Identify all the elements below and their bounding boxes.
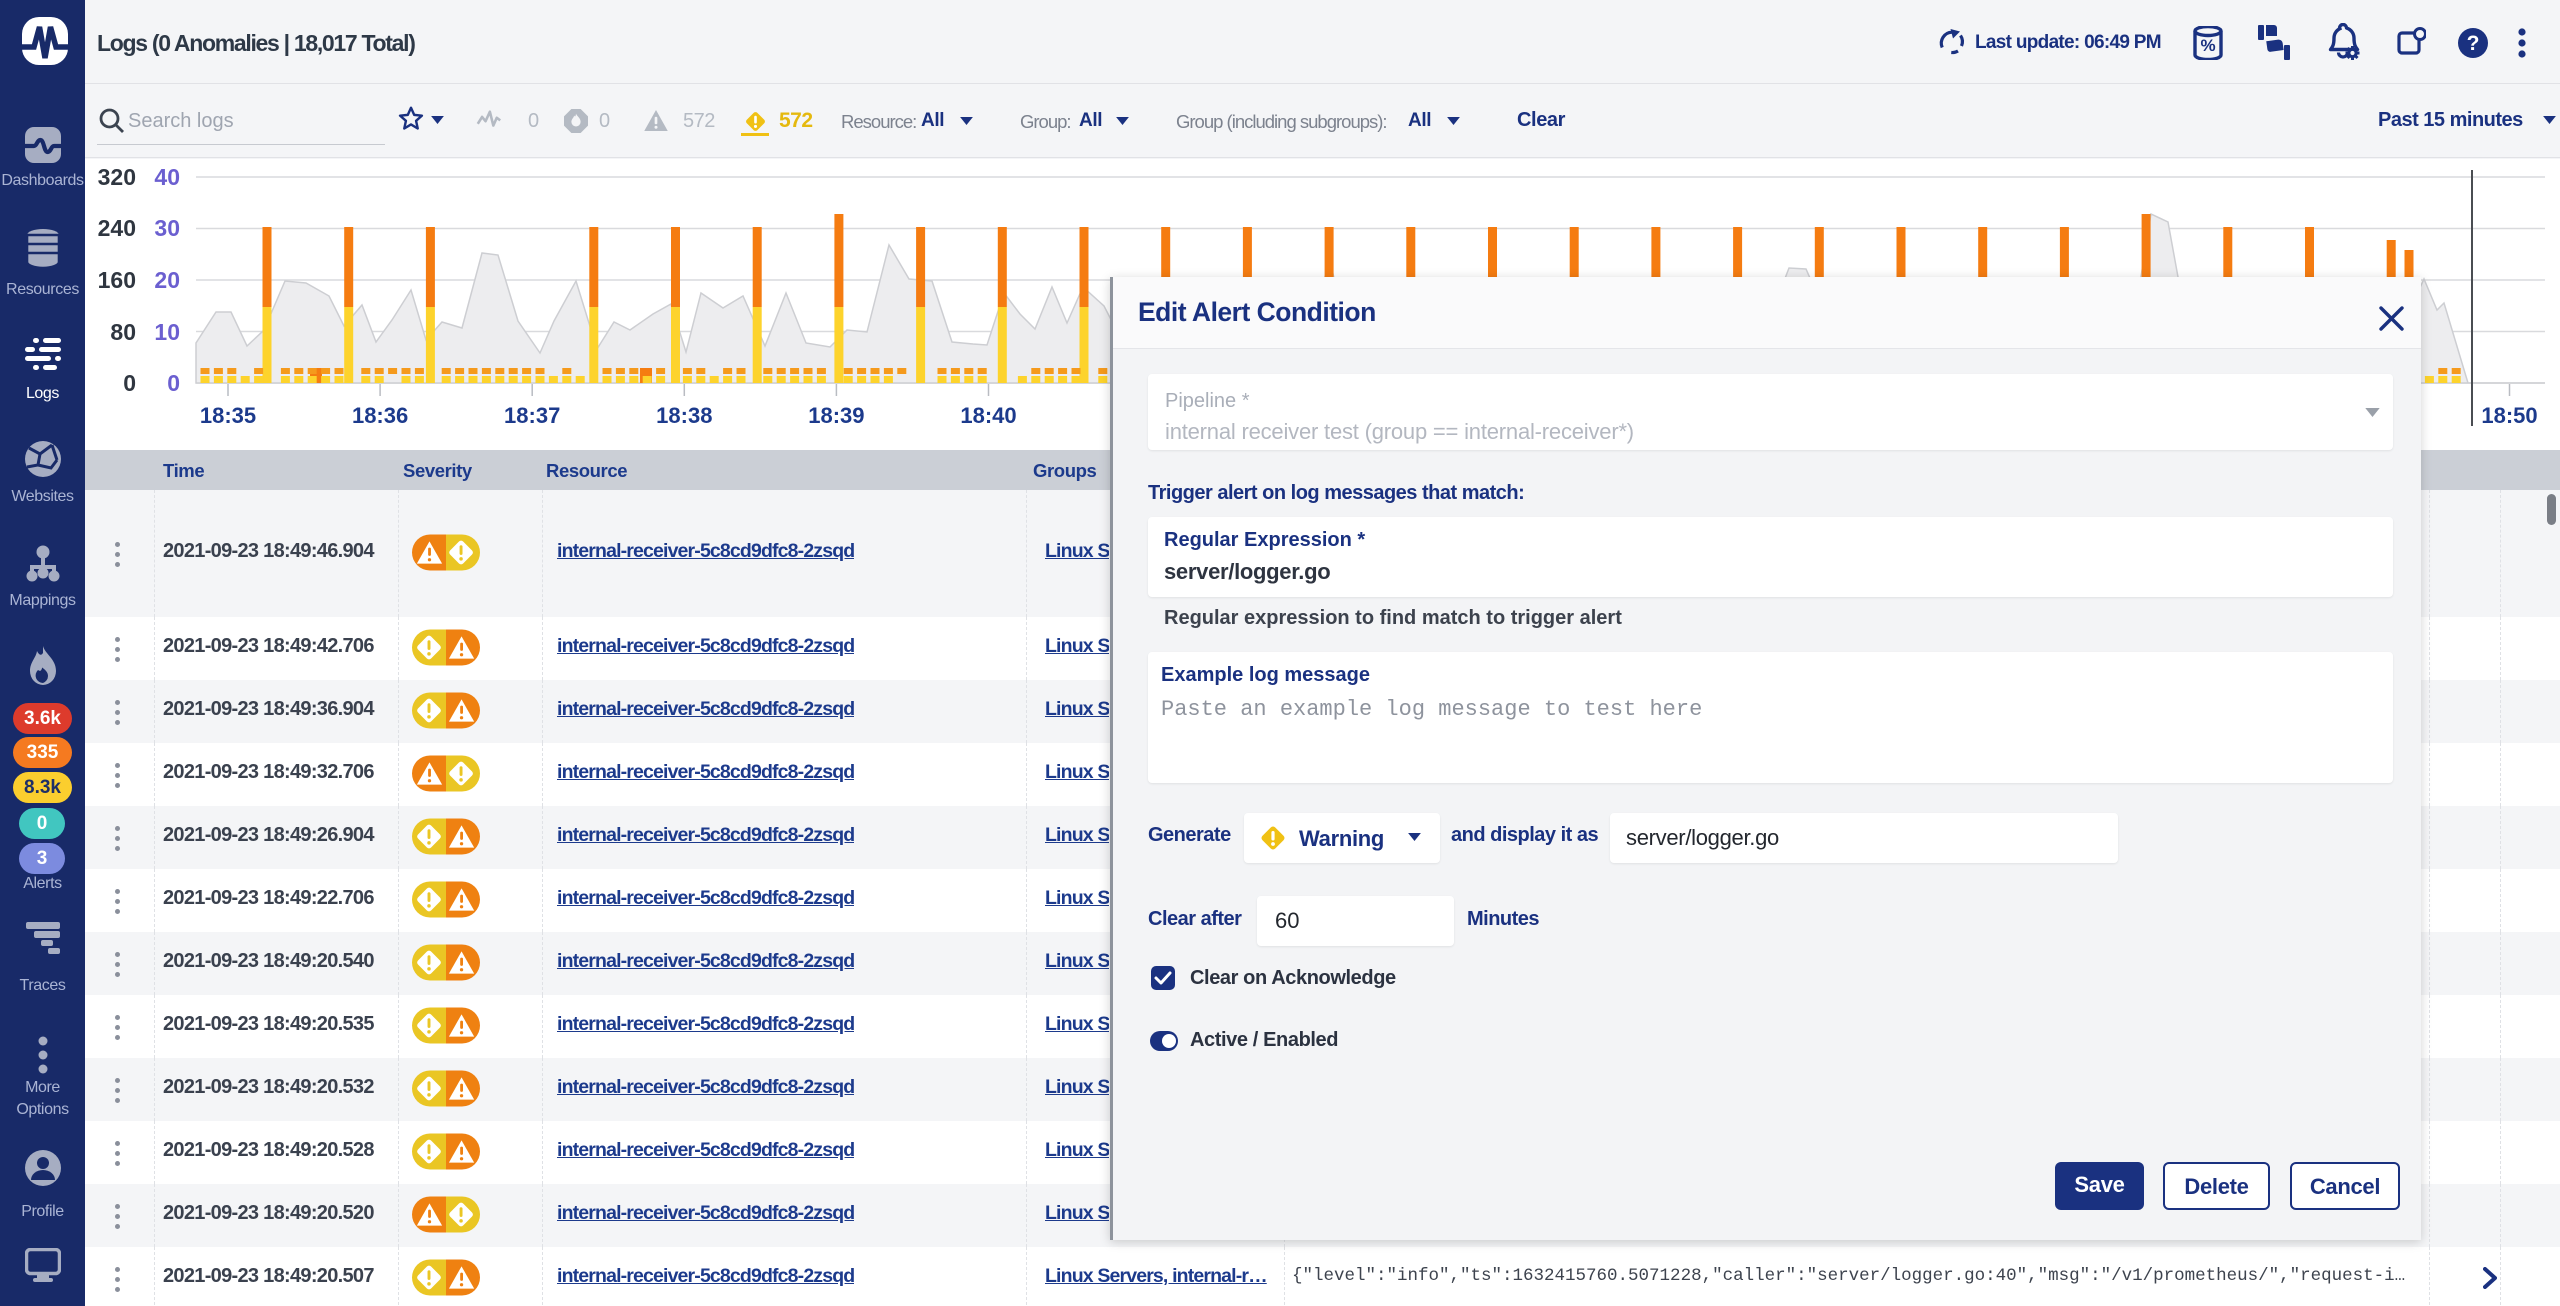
svg-text:320: 320 — [98, 164, 136, 190]
svg-text:30: 30 — [154, 215, 180, 241]
svg-text:18:50: 18:50 — [2481, 403, 2537, 428]
svg-text:40: 40 — [154, 164, 180, 190]
svg-text:18:40: 18:40 — [960, 403, 1016, 428]
svg-text:18:38: 18:38 — [656, 403, 712, 428]
svg-text:18:37: 18:37 — [504, 403, 560, 428]
svg-text:240: 240 — [98, 215, 136, 241]
svg-text:160: 160 — [98, 267, 136, 293]
svg-text:18:39: 18:39 — [808, 403, 864, 428]
svg-text:0: 0 — [123, 370, 136, 396]
svg-text:18:36: 18:36 — [352, 403, 408, 428]
svg-text:0: 0 — [167, 370, 180, 396]
svg-text:?: ? — [2467, 32, 2480, 55]
svg-text:%: % — [2200, 36, 2215, 55]
svg-text:80: 80 — [110, 319, 136, 345]
svg-text:20: 20 — [154, 267, 180, 293]
svg-text:18:35: 18:35 — [200, 403, 256, 428]
svg-text:10: 10 — [154, 319, 180, 345]
